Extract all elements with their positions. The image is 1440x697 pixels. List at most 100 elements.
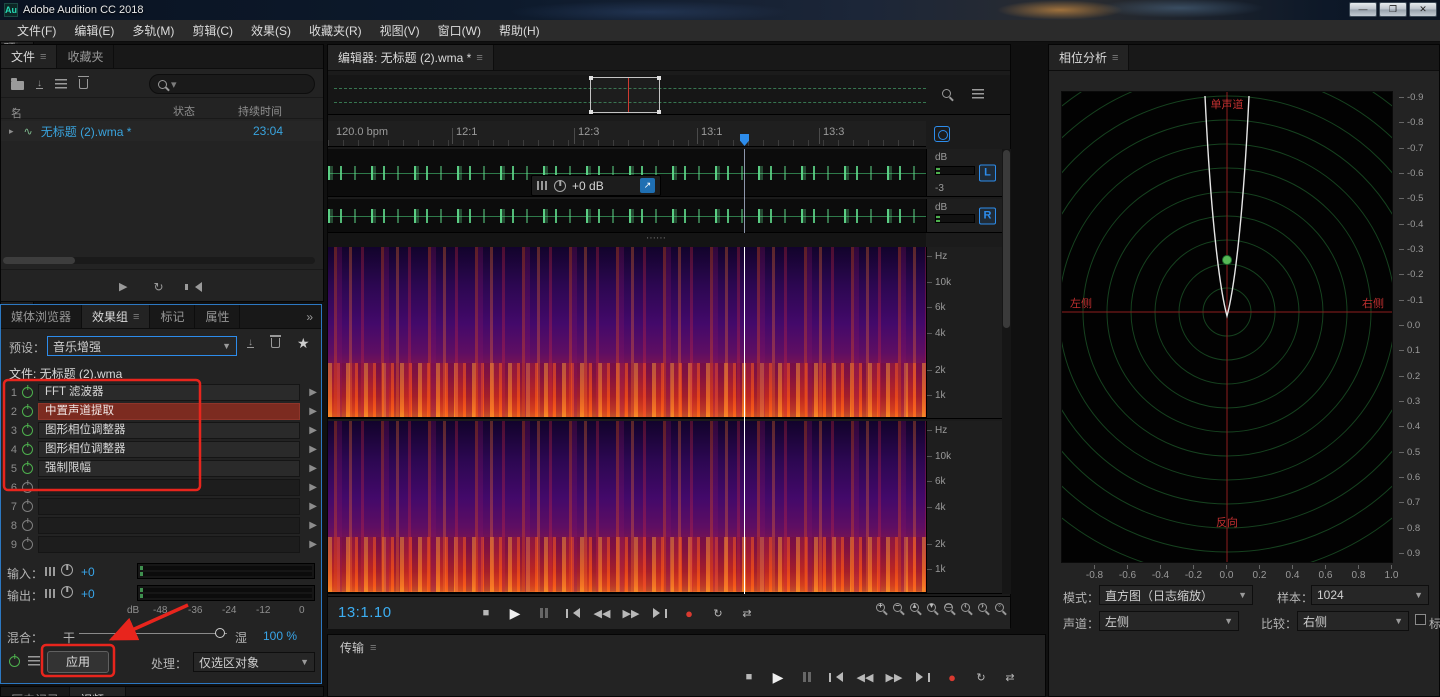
right-channel-button[interactable]: R [979,207,996,224]
tab-markers[interactable]: 标记 [150,305,195,328]
output-gain-value[interactable]: +0 [81,587,95,601]
panel-menu-icon[interactable]: ≡ [476,52,482,64]
scrollbar-thumb[interactable] [1003,150,1010,328]
tab-files[interactable]: 文件≡ [1,45,57,68]
col-duration[interactable]: 持续时间 [238,103,282,119]
mix-value[interactable]: 100 % [263,629,297,643]
effect-menu-chevron-icon[interactable]: ▶ [309,463,317,474]
normalize-checkbox[interactable] [1415,614,1426,625]
effect-menu-chevron-icon[interactable]: ▶ [309,539,317,550]
zoom-amplitude-in-button[interactable]: ▴ [910,603,919,612]
power-icon[interactable] [22,444,33,455]
mode-dropdown[interactable]: 直方图（日志缩放）▼ [1099,585,1253,605]
power-icon[interactable] [22,539,33,550]
effect-slot-2[interactable]: 2中置声道提取▶ [5,402,317,421]
record-button[interactable]: ● [939,667,965,687]
search-options-caret-icon[interactable]: ▾ [171,78,177,91]
tab-effects-rack[interactable]: 效果组≡ [82,305,150,328]
input-gain-knob[interactable] [61,564,73,576]
expand-chevron-icon[interactable]: ▸ [9,126,14,137]
trash-icon[interactable] [79,79,88,89]
loop-playback-button[interactable]: ↻ [968,667,994,687]
mix-slider-handle[interactable] [215,628,225,638]
overview-viewport-box[interactable] [590,77,660,113]
effect-menu-chevron-icon[interactable]: ▶ [309,444,317,455]
gain-knob[interactable] [554,180,566,192]
compare-dropdown[interactable]: 右侧▼ [1297,611,1409,631]
menu-file[interactable]: 文件(F) [8,20,65,42]
timeline-ruler[interactable]: 120.0 bpm 12:1 12:3 13:1 13:3 [328,121,926,147]
files-horizontal-scrollbar[interactable] [3,257,315,264]
power-icon[interactable] [22,482,33,493]
power-icon[interactable] [22,387,33,398]
time-display[interactable]: 13:1.10 [338,604,392,621]
import-file-icon[interactable]: ↓ [36,79,43,89]
rewind-button[interactable]: ◀◀ [852,667,878,687]
power-icon[interactable] [22,520,33,531]
zoom-reset-button[interactable]: ◦ [995,603,1004,612]
rack-power-icon[interactable] [9,656,20,667]
panel-menu-icon[interactable]: ≡ [133,311,139,323]
skip-selection-button[interactable]: ⇄ [734,603,760,623]
panel-menu-icon[interactable]: ≡ [109,693,115,697]
power-icon[interactable] [22,501,33,512]
zoom-selection-button[interactable]: ▭ [944,603,953,612]
effect-menu-chevron-icon[interactable]: ▶ [309,425,317,436]
menu-window[interactable]: 窗口(W) [429,20,490,42]
maximize-button[interactable]: ❐ [1379,2,1407,17]
channel-dropdown[interactable]: 左侧▼ [1099,611,1239,631]
menu-edit[interactable]: 编辑(E) [65,20,123,42]
zoom-in-button[interactable]: + [876,603,885,612]
effect-menu-chevron-icon[interactable]: ▶ [309,482,317,493]
hud-pin-icon[interactable]: ↗ [640,178,655,193]
menu-effects[interactable]: 效果(S) [242,20,300,42]
panel-menu-icon[interactable]: ≡ [370,642,376,654]
effect-menu-chevron-icon[interactable]: ▶ [309,406,317,417]
effect-menu-chevron-icon[interactable]: ▶ [309,501,317,512]
tab-video[interactable]: 视频≡ [70,687,126,697]
power-icon[interactable] [22,406,33,417]
panel-menu-icon[interactable]: ≡ [1112,52,1118,64]
effect-slot-3[interactable]: 3图形相位调整器▶ [5,421,317,440]
batch-icon[interactable] [55,79,67,89]
menu-help[interactable]: 帮助(H) [490,20,549,42]
zoom-selection-in-point-button[interactable]: ‹ [961,603,970,612]
tab-history[interactable]: 历史记录 [1,687,70,697]
effect-slot-1[interactable]: 1FFT 滤波器▶ [5,383,317,402]
skip-to-start-button[interactable] [560,603,586,623]
menu-clip[interactable]: 剪辑(C) [183,20,242,42]
phase-scope[interactable]: 单声道 左侧 右侧 反向 [1061,91,1393,563]
spectrogram-left[interactable] [328,247,926,419]
skip-to-end-button[interactable] [910,667,936,687]
play-button[interactable]: ▶ [502,603,528,623]
open-file-icon[interactable] [11,81,24,90]
loop-playback-button[interactable]: ↻ [705,603,731,623]
rack-list-icon[interactable] [28,656,40,666]
file-row[interactable]: ▸ ∿ 无标题 (2).wma * 23:04 [1,121,323,141]
skip-to-start-button[interactable] [823,667,849,687]
fast-forward-button[interactable]: ▶▶ [618,603,644,623]
input-gain-value[interactable]: +0 [81,565,95,579]
menu-view[interactable]: 视图(V) [371,20,429,42]
stop-button[interactable]: ■ [736,667,762,687]
editor-vertical-scrollbar[interactable] [1002,149,1011,594]
effect-menu-chevron-icon[interactable]: ▶ [309,520,317,531]
layout-options-icon[interactable] [972,89,984,99]
tab-phase-analysis[interactable]: 相位分析≡ [1049,45,1129,70]
tab-overflow-icon[interactable]: » [298,305,321,328]
process-dropdown[interactable]: 仅选区对象▼ [193,652,315,672]
effect-slot-6[interactable]: 6▶ [5,478,317,497]
spectral-zoom-icon[interactable] [942,89,951,98]
tab-media-browser[interactable]: 媒体浏览器 [1,305,82,328]
zoom-out-button[interactable]: − [893,603,902,612]
stop-button[interactable]: ■ [473,603,499,623]
menu-favorites[interactable]: 收藏夹(R) [300,20,371,42]
output-gain-knob[interactable] [61,586,73,598]
preview-play-icon[interactable]: ▶ [119,280,127,293]
spectrogram-right[interactable] [328,421,926,594]
power-icon[interactable] [22,425,33,436]
preset-dropdown[interactable]: 音乐增强▼ [47,336,237,356]
zoom-selection-out-point-button[interactable]: › [978,603,987,612]
col-status[interactable]: 状态 [173,103,195,119]
record-button[interactable]: ● [676,603,702,623]
